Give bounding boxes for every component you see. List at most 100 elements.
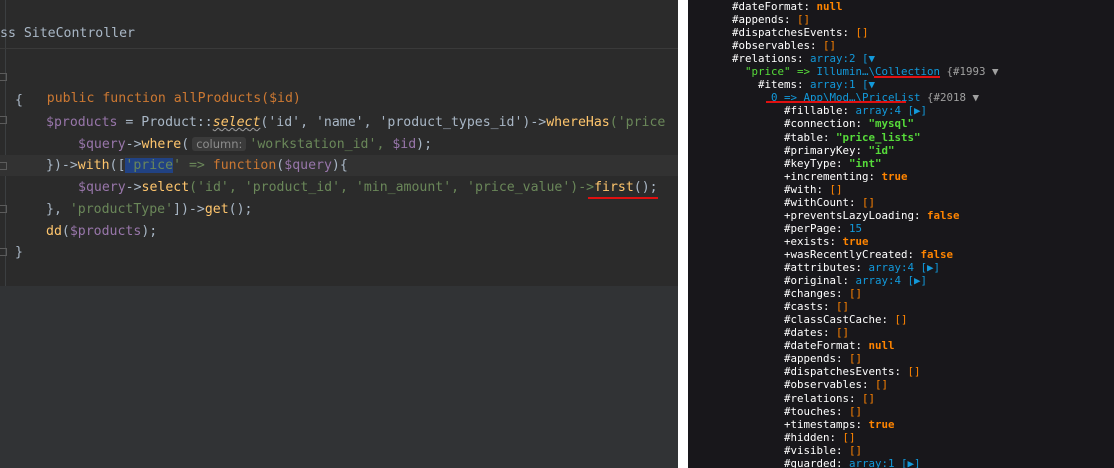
annotation-underline-item bbox=[766, 101, 906, 103]
property-name: #connection bbox=[784, 117, 856, 131]
code-line-1[interactable]: public function allProducts($id) bbox=[15, 67, 301, 106]
separator: : bbox=[836, 221, 850, 235]
dump-line[interactable]: #dateFormat: null bbox=[732, 0, 843, 13]
fold-marker-icon[interactable] bbox=[0, 73, 7, 81]
property-value: array:4 [▶] bbox=[868, 261, 941, 274]
separator: : bbox=[816, 182, 830, 196]
code-line-2[interactable]: { bbox=[15, 90, 23, 111]
property-value: null bbox=[868, 339, 895, 353]
property-name: #with bbox=[784, 182, 817, 196]
object-ref: {#1993 ▼ bbox=[940, 65, 999, 79]
dump-line[interactable]: #relations: array:2 [▼ bbox=[732, 52, 875, 65]
property-value: [] bbox=[849, 443, 863, 457]
dump-line[interactable]: #fillable: array:4 [▶] bbox=[784, 104, 927, 117]
property-name: #relations bbox=[732, 52, 798, 66]
dump-line[interactable]: "price" => Illumin…\Collection {#1993 ▼ bbox=[745, 65, 999, 78]
dump-line[interactable]: #dates: [] bbox=[784, 326, 849, 339]
separator: : bbox=[836, 287, 850, 301]
property-value: [] bbox=[875, 378, 889, 392]
fold-marker-icon[interactable] bbox=[0, 162, 7, 170]
code-line-6[interactable]: $query->select('id', 'product_id', 'min_… bbox=[78, 177, 658, 198]
dump-line[interactable]: #observables: [] bbox=[732, 39, 836, 52]
dump-line[interactable]: +timestamps: true bbox=[784, 418, 895, 431]
property-value: [] bbox=[836, 300, 850, 314]
dump-line[interactable]: +exists: true bbox=[784, 235, 869, 248]
dump-line[interactable]: +wasRecentlyCreated: false bbox=[784, 248, 953, 261]
dump-line[interactable]: #classCastCache: [] bbox=[784, 313, 908, 326]
fold-marker-icon[interactable] bbox=[0, 248, 7, 256]
dump-line[interactable]: #keyType: "int" bbox=[784, 157, 882, 170]
fold-marker-icon[interactable] bbox=[0, 205, 7, 213]
property-value: array:4 [▶] bbox=[855, 274, 928, 288]
code-line-4[interactable]: $query->where(column:'workstation_id', $… bbox=[78, 134, 432, 155]
dump-line[interactable]: #dispatchesEvents: [] bbox=[784, 365, 921, 378]
dump-line[interactable]: #perPage: 15 bbox=[784, 222, 862, 235]
selected-text[interactable]: 'price bbox=[125, 158, 174, 173]
dump-line[interactable]: #relations: [] bbox=[784, 392, 875, 405]
first-call: first bbox=[594, 180, 634, 195]
separator: : bbox=[836, 443, 850, 457]
property-value: true bbox=[868, 417, 895, 431]
property-value: array:2 [▼ bbox=[810, 52, 876, 66]
separator: : bbox=[849, 195, 863, 209]
dump-line[interactable]: #visible: [] bbox=[784, 444, 862, 457]
property-value: true bbox=[842, 234, 869, 248]
dump-line[interactable]: #observables: [] bbox=[784, 378, 888, 391]
dump-line[interactable]: #dispatchesEvents: [] bbox=[732, 26, 869, 39]
code-line-3[interactable]: $products = Product::select('id', 'name'… bbox=[46, 112, 665, 133]
property-name: #original bbox=[784, 274, 843, 288]
fold-marker-icon[interactable] bbox=[0, 116, 7, 124]
property-value: "id" bbox=[868, 143, 895, 157]
method-signature: public function allProducts($id) bbox=[46, 91, 301, 106]
dump-line[interactable]: #casts: [] bbox=[784, 300, 849, 313]
dump-line[interactable]: #changes: [] bbox=[784, 287, 862, 300]
dump-line[interactable]: #appends: [] bbox=[732, 13, 810, 26]
property-name: #observables bbox=[784, 378, 863, 392]
property-name: #classCastCache bbox=[784, 313, 882, 327]
property-value: [] bbox=[797, 13, 811, 27]
property-name: #casts bbox=[784, 300, 824, 314]
dump-line[interactable]: #withCount: [] bbox=[784, 196, 875, 209]
property-name: #dates bbox=[784, 326, 824, 340]
code-line-7[interactable]: }, 'productType'])->get(); bbox=[46, 199, 252, 220]
code-line-8[interactable]: dd($products); bbox=[46, 221, 157, 242]
dump-line[interactable]: #connection: "mysql" bbox=[784, 117, 914, 130]
property-name: +preventsLazyLoading bbox=[784, 208, 915, 222]
property-value: [] bbox=[907, 365, 921, 379]
separator: : bbox=[836, 352, 850, 366]
separator: : bbox=[803, 0, 817, 13]
property-value: "price_lists" bbox=[836, 130, 921, 144]
dump-line[interactable]: #dateFormat: null bbox=[784, 339, 895, 352]
dump-line[interactable]: #with: [] bbox=[784, 183, 843, 196]
property-value: [] bbox=[836, 326, 850, 340]
separator: : bbox=[823, 130, 837, 144]
dump-line[interactable]: #hidden: [] bbox=[784, 431, 856, 444]
separator: : bbox=[855, 117, 869, 131]
dump-line[interactable]: +incrementing: true bbox=[784, 170, 908, 183]
property-name: #changes bbox=[784, 287, 837, 301]
code-line-9[interactable]: } bbox=[15, 242, 23, 263]
property-value: array:1 [▶] bbox=[849, 456, 921, 468]
property-name: +timestamps bbox=[784, 417, 856, 431]
property-name: #items bbox=[758, 78, 798, 92]
dump-line[interactable]: #touches: [] bbox=[784, 405, 862, 418]
property-name: #fillable bbox=[784, 104, 843, 118]
code-editor-panel: ss SiteController public function allPro… bbox=[0, 0, 678, 468]
property-value: [] bbox=[849, 287, 863, 301]
dump-line[interactable]: #attributes: array:4 [▶] bbox=[784, 261, 940, 274]
dump-line[interactable]: #guarded: array:1 [▶] bbox=[784, 457, 921, 468]
property-value: array:1 [▼ bbox=[810, 78, 876, 92]
code-line-5-current[interactable]: })->with(['price' => function($query){ bbox=[0, 155, 678, 176]
property-name: #guarded bbox=[784, 456, 837, 468]
property-value: [] bbox=[849, 404, 863, 418]
dump-line[interactable]: #original: array:4 [▶] bbox=[784, 274, 927, 287]
dump-line[interactable]: #primaryKey: "id" bbox=[784, 144, 895, 157]
dump-line[interactable]: #items: array:1 [▼ bbox=[758, 78, 875, 91]
dump-line[interactable]: #table: "price_lists" bbox=[784, 131, 921, 144]
dump-line[interactable]: #appends: [] bbox=[784, 352, 862, 365]
property-name: #dateFormat bbox=[732, 0, 804, 13]
separator: : bbox=[907, 247, 921, 261]
property-name: #perPage bbox=[784, 221, 837, 235]
dump-line[interactable]: +preventsLazyLoading: false bbox=[784, 209, 960, 222]
property-name: #appends bbox=[784, 352, 837, 366]
